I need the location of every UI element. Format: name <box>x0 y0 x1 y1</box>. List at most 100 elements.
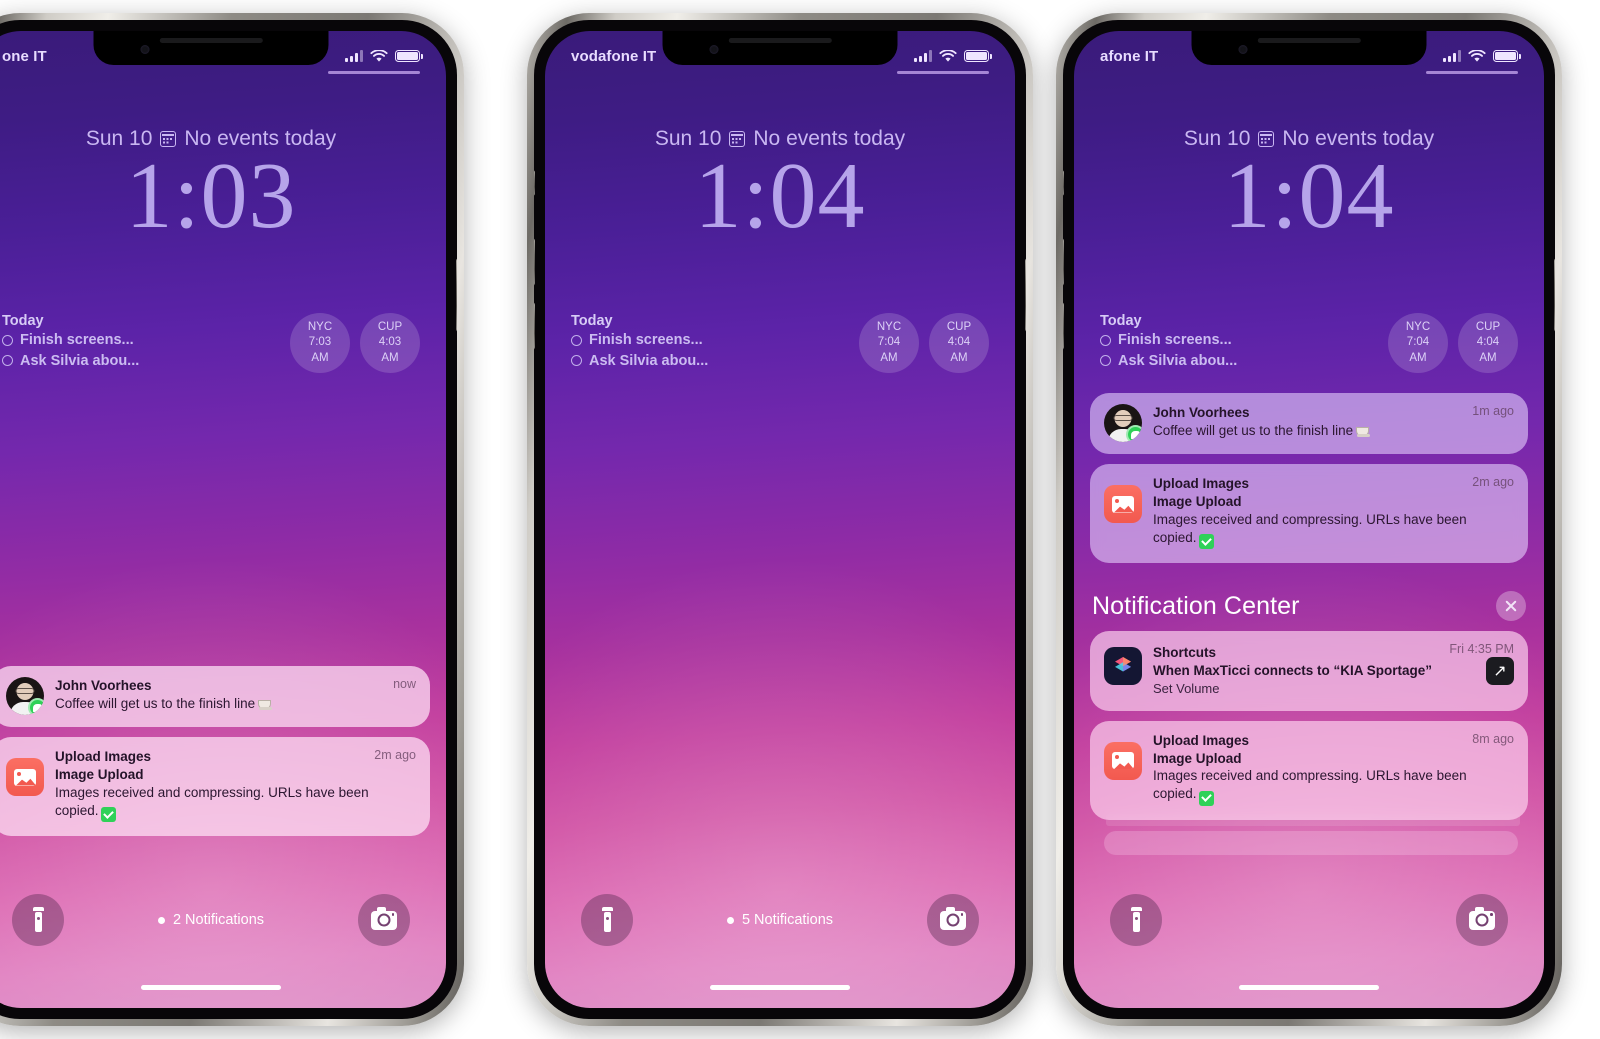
flashlight-button[interactable] <box>1110 894 1162 946</box>
reminder-label: Finish screens... <box>20 332 134 348</box>
messages-badge-icon <box>1126 425 1142 442</box>
notification-text: Images received and compressing. URLs ha… <box>1153 767 1514 806</box>
phone-1-bezel: one IT Sun 10 No events today 1:03 Today… <box>0 20 457 1019</box>
world-clock-widget-nyc[interactable]: NYC 7:03 AM <box>290 313 350 373</box>
flashlight-icon <box>601 907 613 933</box>
home-indicator[interactable] <box>1239 985 1379 990</box>
city-period: AM <box>381 351 399 364</box>
notification-time: now <box>393 677 416 691</box>
phone-1: one IT Sun 10 No events today 1:03 Today… <box>0 13 464 1026</box>
city-label: NYC <box>1405 321 1431 334</box>
contact-avatar <box>6 677 44 715</box>
close-icon[interactable] <box>1496 591 1526 621</box>
front-camera-icon <box>140 45 150 54</box>
mute-switch[interactable] <box>534 170 535 196</box>
notification-item[interactable]: Shortcuts When MaxTicci connects to “KIA… <box>1090 631 1528 711</box>
lock-bottom-bar <box>1074 894 1544 946</box>
notification-text: Coffee will get us to the finish line <box>1153 422 1514 440</box>
camera-button[interactable] <box>357 894 410 946</box>
reminder-item[interactable]: Ask Silvia abou... <box>2 351 280 372</box>
reminder-item[interactable]: Finish screens... <box>1100 330 1378 351</box>
camera-button[interactable] <box>926 894 979 946</box>
coffee-emoji-icon <box>258 698 273 710</box>
status-underline <box>897 71 989 74</box>
notification-title: Image Upload <box>55 766 144 782</box>
notch <box>662 31 898 65</box>
notification-item[interactable]: John Voorhees Coffee will get us to the … <box>1090 393 1528 454</box>
check-emoji-icon <box>100 807 116 823</box>
reminders-title: Today <box>2 313 44 329</box>
city-time: 7:04 <box>1406 336 1430 349</box>
volume-up-button[interactable] <box>1063 238 1064 286</box>
widgets-row: Today Finish screens... Ask Silvia abou.… <box>545 313 1015 373</box>
checkbox-icon[interactable] <box>1100 355 1111 367</box>
open-arrow-icon[interactable]: ↗ <box>1486 656 1514 685</box>
notification-item[interactable]: Upload Images Image Upload Images receiv… <box>1090 720 1528 820</box>
city-period: AM <box>1409 351 1427 364</box>
flashlight-button[interactable] <box>581 894 633 946</box>
reminder-label: Finish screens... <box>589 332 703 348</box>
upload-images-icon <box>6 758 44 796</box>
checkbox-icon[interactable] <box>1100 334 1111 346</box>
reminder-item[interactable]: Ask Silvia abou... <box>571 351 849 372</box>
checkbox-icon[interactable] <box>2 334 13 346</box>
reminders-widget[interactable]: Today Finish screens... Ask Silvia abou.… <box>1100 313 1378 371</box>
reminders-widget[interactable]: Today Finish screens... Ask Silvia abou.… <box>571 313 849 371</box>
earpiece-speaker <box>728 38 832 43</box>
notification-title: Image Upload <box>1153 750 1242 766</box>
flashlight-button[interactable] <box>12 894 64 946</box>
mute-switch[interactable] <box>1063 170 1064 196</box>
world-clock-widget-nyc[interactable]: NYC 7:04 AM <box>859 313 919 373</box>
cellular-bars-icon <box>914 50 932 62</box>
lock-bottom-bar: 5 Notifications <box>545 894 1015 946</box>
city-label: CUP <box>1475 321 1501 334</box>
notification-item[interactable]: John Voorhees Coffee will get us to the … <box>0 666 430 727</box>
camera-button[interactable] <box>1456 894 1508 946</box>
checkbox-icon[interactable] <box>2 355 13 367</box>
coffee-emoji-icon <box>1356 425 1371 437</box>
notification-count-label[interactable]: 2 Notifications <box>157 912 265 928</box>
power-button[interactable] <box>456 258 457 332</box>
volume-down-button[interactable] <box>534 302 535 350</box>
notification-item[interactable]: Upload Images Image Upload Images receiv… <box>1090 464 1528 564</box>
notification-app-name: John Voorhees <box>1153 405 1250 420</box>
home-indicator[interactable] <box>141 985 281 990</box>
wifi-icon <box>939 49 957 62</box>
power-button[interactable] <box>1025 258 1026 332</box>
notification-item[interactable]: Upload Images Image Upload Images receiv… <box>0 737 430 837</box>
power-button[interactable] <box>1554 258 1555 332</box>
checkbox-icon[interactable] <box>571 355 582 367</box>
front-camera-icon <box>709 45 719 54</box>
notification-title: When MaxTicci connects to “KIA Sportage” <box>1153 662 1433 678</box>
volume-down-button[interactable] <box>1063 302 1064 350</box>
lock-header: Sun 10 No events today 1:04 <box>1074 127 1544 243</box>
status-underline <box>1426 71 1518 74</box>
notification-count-label[interactable]: 5 Notifications <box>726 912 833 928</box>
phone-2: vodafone IT Sun 10 No events today 1:04 … <box>527 13 1033 1026</box>
lock-header: Sun 10 No events today 1:04 <box>545 127 1015 243</box>
volume-up-button[interactable] <box>534 238 535 286</box>
battery-icon <box>395 50 423 62</box>
notification-count-text: 2 Notifications <box>172 912 265 928</box>
city-time: 4:04 <box>947 336 971 349</box>
world-clock-widget-cup[interactable]: CUP 4:03 AM <box>360 313 420 373</box>
unread-dot-icon <box>157 916 165 924</box>
reminder-item[interactable]: Finish screens... <box>571 330 849 351</box>
reminders-widget[interactable]: Today Finish screens... Ask Silvia abou.… <box>2 313 280 371</box>
carrier-label: afone IT <box>1100 47 1159 65</box>
notification-time: 8m ago <box>1472 731 1514 746</box>
widgets-row: Today Finish screens... Ask Silvia abou.… <box>0 313 446 373</box>
reminder-item[interactable]: Finish screens... <box>2 330 280 351</box>
screenshot-canvas: one IT Sun 10 No events today 1:03 Today… <box>0 0 1600 1039</box>
world-clock-widget-cup[interactable]: CUP 4:04 AM <box>1458 313 1518 373</box>
world-clock-widget-cup[interactable]: CUP 4:04 AM <box>929 313 989 373</box>
notification-time: 2m ago <box>374 748 416 762</box>
checkbox-icon[interactable] <box>571 334 582 346</box>
reminder-item[interactable]: Ask Silvia abou... <box>1100 351 1378 372</box>
notification-center-title: Notification Center <box>1092 591 1300 620</box>
city-label: NYC <box>876 321 902 334</box>
notification-app-name: Upload Images <box>55 749 152 764</box>
home-indicator[interactable] <box>710 985 850 990</box>
flashlight-icon <box>32 907 44 933</box>
world-clock-widget-nyc[interactable]: NYC 7:04 AM <box>1388 313 1448 373</box>
